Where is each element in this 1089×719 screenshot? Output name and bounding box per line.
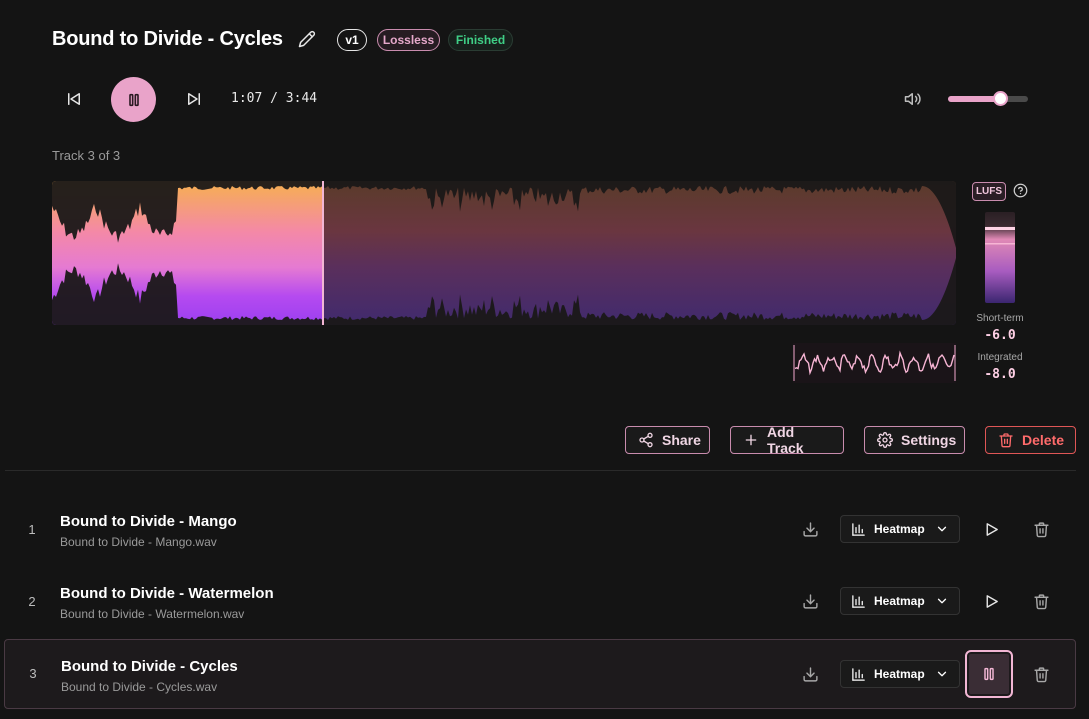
share-icon — [639, 432, 653, 448]
download-button[interactable] — [799, 518, 821, 540]
gear-icon — [877, 432, 893, 448]
track-position: Track 3 of 3 — [52, 148, 121, 163]
download-button[interactable] — [799, 663, 821, 685]
settings-label: Settings — [901, 432, 957, 448]
view-mode-value: Heatmap — [874, 594, 925, 608]
pause-icon — [128, 93, 139, 106]
view-mode-select[interactable]: Heatmap — [840, 587, 960, 615]
download-button[interactable] — [799, 590, 821, 612]
download-icon — [802, 521, 818, 537]
lufs-badge[interactable]: LUFS — [972, 182, 1006, 201]
track-row[interactable]: 1 Bound to Divide - Mango Bound to Divid… — [4, 494, 1076, 564]
track-row-active[interactable]: 3 Bound to Divide - Cycles Bound to Divi… — [4, 639, 1076, 709]
view-mode-select[interactable]: Heatmap — [840, 515, 960, 543]
settings-button[interactable]: Settings — [864, 426, 965, 454]
view-mode-value: Heatmap — [874, 667, 925, 681]
volume-icon[interactable] — [904, 90, 922, 108]
play-icon — [986, 594, 998, 608]
playback-time: 1:07 / 3:44 — [231, 91, 318, 106]
track-filename: Bound to Divide - Watermelon.wav — [60, 607, 245, 621]
trash-icon — [1033, 666, 1049, 682]
track-title: Bound to Divide - Cycles — [61, 658, 238, 675]
pencil-icon[interactable] — [298, 30, 316, 48]
track-filename: Bound to Divide - Cycles.wav — [61, 680, 218, 694]
share-label: Share — [662, 432, 701, 448]
play-track-button[interactable] — [980, 590, 1002, 612]
track-number: 3 — [29, 666, 37, 681]
trash-icon — [1033, 521, 1049, 537]
previous-track-button[interactable] — [62, 87, 86, 111]
version-badge: v1 — [337, 29, 367, 51]
section-divider — [5, 470, 1076, 471]
play-pause-button[interactable] — [111, 77, 156, 122]
volume-slider-handle[interactable] — [993, 91, 1008, 106]
bar-chart-icon — [852, 667, 865, 681]
track-row[interactable]: 2 Bound to Divide - Watermelon Bound to … — [4, 566, 1076, 636]
integrated-value: -8.0 — [984, 367, 1016, 382]
help-circle-icon[interactable] — [1013, 183, 1028, 198]
page-title: Bound to Divide - Cycles — [52, 28, 283, 50]
delete-button[interactable]: Delete — [985, 426, 1076, 454]
delete-label: Delete — [1022, 432, 1065, 448]
delete-track-button[interactable] — [1030, 518, 1052, 540]
short-term-value: -6.0 — [984, 328, 1016, 343]
play-track-button[interactable] — [980, 518, 1002, 540]
waveform-display[interactable] — [52, 181, 956, 325]
track-title: Bound to Divide - Watermelon — [60, 585, 274, 602]
status-badge: Finished — [448, 29, 513, 51]
play-icon — [986, 522, 998, 536]
add-track-button[interactable]: Add Track — [730, 424, 844, 456]
view-mode-value: Heatmap — [874, 522, 925, 536]
track-filename: Bound to Divide - Mango.wav — [60, 535, 217, 549]
add-track-label: Add Track — [767, 424, 804, 456]
pause-track-button[interactable] — [965, 650, 1013, 698]
integrated-label: Integrated — [977, 352, 1023, 363]
short-term-label: Short-term — [976, 313, 1024, 324]
trash-icon — [999, 433, 1013, 448]
skip-forward-icon — [188, 93, 200, 105]
bar-chart-icon — [852, 594, 865, 608]
next-track-button[interactable] — [182, 87, 206, 111]
loudness-meter — [985, 212, 1015, 303]
chevron-down-icon — [937, 598, 947, 604]
download-icon — [802, 593, 818, 609]
delete-track-button[interactable] — [1030, 590, 1052, 612]
share-button[interactable]: Share — [625, 426, 710, 454]
plus-icon — [745, 434, 757, 446]
trash-icon — [1033, 593, 1049, 609]
format-badge: Lossless — [377, 29, 440, 51]
chevron-down-icon — [937, 671, 947, 677]
delete-track-button[interactable] — [1030, 663, 1052, 685]
view-mode-select[interactable]: Heatmap — [840, 660, 960, 688]
chevron-down-icon — [937, 526, 947, 532]
bar-chart-icon — [852, 522, 865, 536]
pause-icon — [984, 667, 994, 681]
skip-back-icon — [68, 93, 80, 105]
track-number: 1 — [28, 522, 36, 537]
track-title: Bound to Divide - Mango — [60, 513, 237, 530]
download-icon — [802, 666, 818, 682]
loudness-history-graph — [793, 343, 956, 383]
track-number: 2 — [28, 594, 36, 609]
